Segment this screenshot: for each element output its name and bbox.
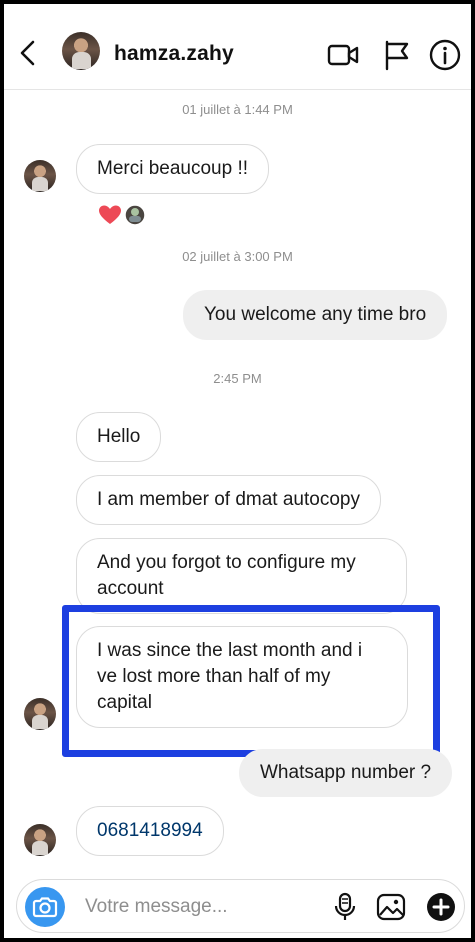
outgoing-message[interactable]: You welcome any time bro — [183, 290, 448, 340]
chat-username[interactable]: hamza.zahy — [114, 42, 234, 66]
microphone-icon[interactable] — [329, 891, 361, 923]
add-plus-icon[interactable] — [425, 891, 457, 923]
phone-number-link[interactable]: 0681418994 — [97, 820, 203, 841]
chat-header: hamza.zahy — [4, 4, 471, 90]
camera-button[interactable] — [25, 887, 65, 927]
timestamp: 02 juillet à 3:00 PM — [182, 249, 293, 264]
avatar[interactable] — [24, 824, 56, 856]
incoming-message[interactable]: Merci beaucoup !! — [76, 144, 270, 194]
message-text: I am member of dmat autocopy — [97, 489, 360, 510]
back-arrow-icon[interactable] — [16, 38, 40, 68]
info-icon[interactable] — [428, 38, 462, 72]
message-composer — [16, 879, 465, 933]
outgoing-message[interactable]: Whatsapp number ? — [239, 749, 453, 797]
timestamp: 01 juillet à 1:44 PM — [182, 102, 293, 117]
incoming-message[interactable]: I am member of dmat autocopy — [76, 475, 381, 525]
heart-icon — [99, 205, 121, 224]
incoming-message[interactable]: Hello — [76, 412, 162, 462]
message-reactions[interactable] — [98, 203, 148, 227]
dm-screen: hamza.zahy 01 juillet à 1:44 PM Merci be… — [4, 4, 471, 938]
message-text: Whatsapp number ? — [260, 762, 432, 783]
incoming-message[interactable]: And you forgot to configure my account — [76, 538, 407, 614]
message-text: And you forgot to configure my account — [97, 552, 356, 599]
message-text: I was since the last month and i ve lost… — [97, 640, 363, 713]
incoming-message[interactable]: I was since the last month and i ve lost… — [76, 626, 408, 728]
avatar[interactable] — [24, 698, 56, 730]
message-text: Merci beaucoup !! — [97, 158, 249, 179]
video-call-icon[interactable] — [326, 38, 360, 72]
flag-report-icon[interactable] — [380, 38, 414, 72]
timestamp: 2:45 PM — [213, 371, 262, 386]
incoming-message[interactable]: 0681418994 — [76, 806, 224, 856]
message-text: Hello — [97, 426, 141, 447]
camera-icon — [32, 897, 58, 918]
message-text: You welcome any time bro — [204, 304, 427, 325]
message-input[interactable] — [85, 892, 315, 922]
gallery-icon[interactable] — [375, 891, 407, 923]
avatar[interactable] — [24, 160, 56, 192]
avatar[interactable] — [62, 32, 100, 70]
